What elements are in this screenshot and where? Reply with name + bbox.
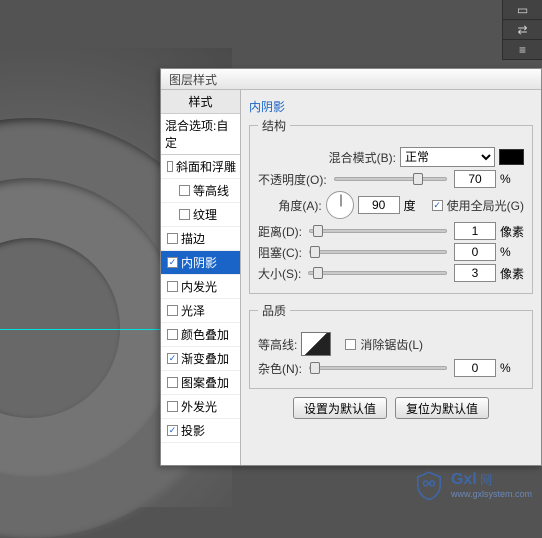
sidebar-item-label: 图案叠加 <box>181 374 229 391</box>
sidebar-item-label: 外发光 <box>181 398 217 415</box>
distance-input[interactable] <box>454 222 496 240</box>
quality-group: 品质 等高线: 消除锯齿(L) 杂色(N): % <box>249 302 533 389</box>
sidebar-checkbox[interactable]: ✓ <box>167 425 178 436</box>
tool-icon[interactable]: ⇄ <box>503 20 542 40</box>
distance-label: 距离(D): <box>258 223 302 240</box>
sidebar-checkbox[interactable] <box>179 209 190 220</box>
sidebar-item-label: 等高线 <box>193 182 229 199</box>
sidebar-checkbox[interactable] <box>167 305 178 316</box>
contour-label: 等高线: <box>258 336 297 353</box>
make-default-button[interactable]: 设置为默认值 <box>293 397 387 419</box>
sidebar-checkbox[interactable] <box>167 161 173 172</box>
dialog-titlebar[interactable]: 图层样式 <box>161 69 541 90</box>
size-input[interactable] <box>454 264 496 282</box>
sidebar-item-label: 斜面和浮雕 <box>176 158 236 175</box>
choke-slider[interactable] <box>309 250 447 254</box>
unit-label: % <box>500 245 524 259</box>
sidebar-item[interactable]: ✓渐变叠加 <box>161 347 240 371</box>
tool-icon[interactable]: ▭ <box>503 0 542 20</box>
sidebar-checkbox[interactable] <box>167 329 178 340</box>
sidebar-item[interactable]: 颜色叠加 <box>161 323 240 347</box>
angle-label: 角度(A): <box>278 197 321 214</box>
unit-label: 像素 <box>500 265 524 282</box>
sidebar-item-label: 光泽 <box>181 302 205 319</box>
noise-label: 杂色(N): <box>258 360 302 377</box>
tool-panel: ▭ ⇄ ≡ <box>502 0 542 60</box>
sidebar-checkbox[interactable]: ✓ <box>167 257 178 268</box>
opacity-input[interactable] <box>454 170 496 188</box>
sidebar-checkbox[interactable]: ✓ <box>167 353 178 364</box>
sidebar-item-label: 内阴影 <box>181 254 217 271</box>
contour-picker[interactable] <box>301 332 331 356</box>
sidebar-checkbox[interactable] <box>167 377 178 388</box>
sidebar-item-label: 颜色叠加 <box>181 326 229 343</box>
unit-label: 像素 <box>500 223 524 240</box>
noise-input[interactable] <box>454 359 496 377</box>
unit-label: % <box>500 172 524 186</box>
opacity-slider[interactable] <box>334 177 447 181</box>
layer-style-dialog: 图层样式 样式 混合选项:自定 斜面和浮雕等高线纹理描边✓内阴影内发光光泽颜色叠… <box>160 68 542 466</box>
sidebar-checkbox[interactable] <box>167 233 178 244</box>
unit-label: % <box>500 361 524 375</box>
sidebar-item-label: 纹理 <box>193 206 217 223</box>
sidebar-checkbox[interactable] <box>179 185 190 196</box>
distance-slider[interactable] <box>309 229 447 233</box>
size-label: 大小(S): <box>258 265 301 282</box>
sidebar-checkbox[interactable] <box>167 281 178 292</box>
sidebar-item[interactable]: 描边 <box>161 227 240 251</box>
sidebar-item[interactable]: 等高线 <box>161 179 240 203</box>
color-swatch[interactable] <box>499 149 524 165</box>
reset-default-button[interactable]: 复位为默认值 <box>395 397 489 419</box>
sidebar-item-label: 内发光 <box>181 278 217 295</box>
antialias-label: 消除锯齿(L) <box>360 336 423 353</box>
structure-group: 结构 混合模式(B): 正常 不透明度(O): % 角度(A): <box>249 117 533 294</box>
opacity-label: 不透明度(O): <box>258 171 327 188</box>
styles-sidebar: 样式 混合选项:自定 斜面和浮雕等高线纹理描边✓内阴影内发光光泽颜色叠加✓渐变叠… <box>161 90 241 465</box>
global-light-checkbox[interactable]: ✓ <box>432 200 443 211</box>
global-light-label: 使用全局光(G) <box>447 197 524 214</box>
sidebar-header[interactable]: 样式 <box>161 90 240 114</box>
angle-input[interactable] <box>358 196 400 214</box>
sidebar-blend-options[interactable]: 混合选项:自定 <box>161 114 240 155</box>
choke-label: 阻塞(C): <box>258 244 302 261</box>
angle-dial-icon[interactable] <box>326 191 354 219</box>
noise-slider[interactable] <box>309 366 447 370</box>
sidebar-item-label: 投影 <box>181 422 205 439</box>
choke-input[interactable] <box>454 243 496 261</box>
sidebar-item[interactable]: 外发光 <box>161 395 240 419</box>
sidebar-item-label: 渐变叠加 <box>181 350 229 367</box>
sidebar-item-label: 描边 <box>181 230 205 247</box>
unit-label: 度 <box>404 197 428 214</box>
antialias-checkbox[interactable] <box>345 339 356 350</box>
tool-icon[interactable]: ≡ <box>503 40 542 60</box>
sidebar-item[interactable]: 斜面和浮雕 <box>161 155 240 179</box>
dialog-title: 图层样式 <box>169 71 217 88</box>
sidebar-item[interactable]: 光泽 <box>161 299 240 323</box>
group-legend: 品质 <box>258 302 290 319</box>
blend-mode-select[interactable]: 正常 <box>400 147 495 167</box>
size-slider[interactable] <box>308 271 447 275</box>
panel-title: 内阴影 <box>249 98 533 115</box>
sidebar-item[interactable]: ✓投影 <box>161 419 240 443</box>
guide-line <box>0 329 160 330</box>
watermark: Gxl 网 www.gxlsystem.com <box>411 469 532 501</box>
sidebar-item[interactable]: 纹理 <box>161 203 240 227</box>
sidebar-item[interactable]: 内发光 <box>161 275 240 299</box>
app-topbar: ▭ ⇄ ≡ <box>0 0 542 48</box>
sidebar-checkbox[interactable] <box>167 401 178 412</box>
group-legend: 结构 <box>258 117 290 134</box>
effect-panel: 内阴影 结构 混合模式(B): 正常 不透明度(O): % <box>241 90 541 465</box>
sidebar-item[interactable]: 图案叠加 <box>161 371 240 395</box>
blend-mode-label: 混合模式(B): <box>329 149 396 166</box>
sidebar-item[interactable]: ✓内阴影 <box>161 251 240 275</box>
shield-icon <box>411 469 447 501</box>
